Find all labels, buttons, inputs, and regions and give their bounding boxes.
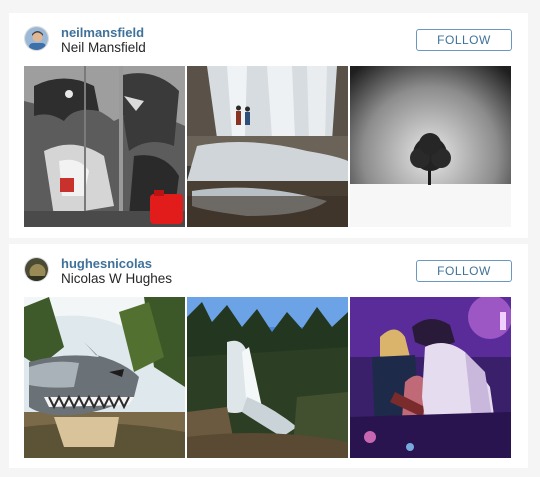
street-mural-photo[interactable]	[24, 66, 185, 227]
avatar[interactable]	[24, 26, 49, 51]
card-header: neilmansfield Neil Mansfield FOLLOW	[24, 25, 512, 58]
follow-button[interactable]: FOLLOW	[416, 260, 512, 282]
full-name: Nicolas W Hughes	[61, 271, 173, 286]
username[interactable]: hughesnicolas	[61, 256, 152, 271]
photo-grid	[24, 66, 512, 227]
suggestion-card: neilmansfield Neil Mansfield FOLLOW	[9, 13, 528, 238]
lone-tree-snow-photo[interactable]	[350, 66, 511, 227]
concert-band-photo[interactable]	[350, 297, 511, 458]
card-header: hughesnicolas Nicolas W Hughes FOLLOW	[24, 256, 512, 289]
full-name: Neil Mansfield	[61, 40, 146, 55]
username[interactable]: neilmansfield	[61, 25, 144, 40]
forest-waterfall-photo[interactable]	[187, 297, 348, 458]
avatar[interactable]	[24, 257, 49, 282]
follow-button[interactable]: FOLLOW	[416, 29, 512, 51]
waterfall-photo[interactable]	[187, 66, 348, 227]
wolf-sculpture-photo[interactable]	[24, 297, 185, 458]
suggestion-card: hughesnicolas Nicolas W Hughes FOLLOW	[9, 244, 528, 468]
photo-grid	[24, 297, 512, 458]
